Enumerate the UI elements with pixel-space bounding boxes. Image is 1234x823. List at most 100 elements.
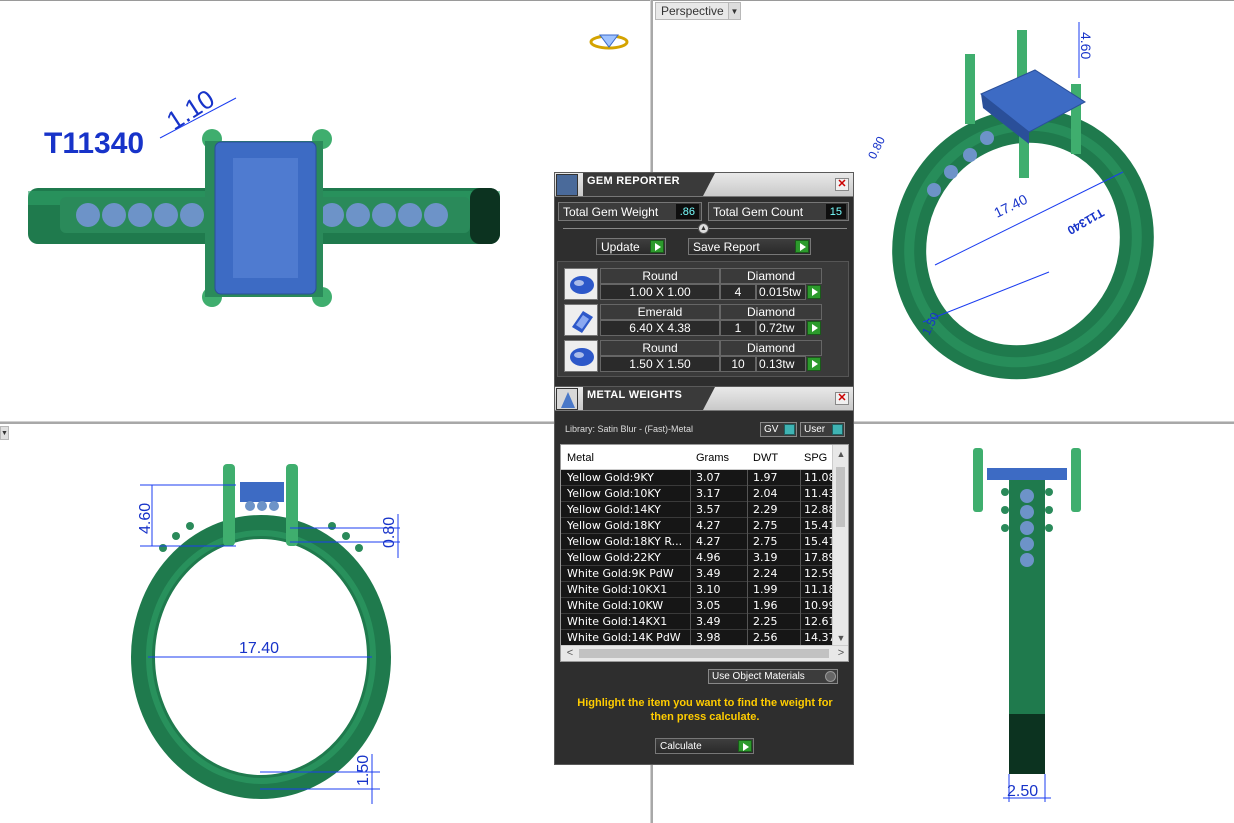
column-separator [800,598,801,614]
metal-cell: Yellow Gold:22KY [567,551,661,564]
gem-reporter-titlebar[interactable]: GEM REPORTER ✕ [555,173,853,197]
column-separator [747,470,748,486]
dwt-cell: 2.29 [753,503,778,516]
gem-row[interactable]: Round Diamond 1.50 X 1.50 10 0.13tw [558,338,848,374]
iso-width-dim: 17.40 [991,191,1030,221]
play-icon [738,740,752,752]
table-row[interactable]: Yellow Gold:14KY 3.57 2.29 12.88 [561,502,833,518]
column-separator [690,550,691,566]
column-separator [690,598,691,614]
column-separator [747,502,748,518]
front-view-viewport[interactable]: 17.40 4.60 0.80 1.50 [0,424,650,823]
table-row[interactable]: Yellow Gold:22KY 4.96 3.19 17.89 [561,550,833,566]
gem-size: 6.40 X 4.38 [600,320,720,336]
play-icon[interactable] [807,285,821,299]
collapse-toggle-icon[interactable]: ▲ [698,223,709,234]
gem-reporter-title: GEM REPORTER [583,173,703,196]
play-icon[interactable] [807,321,821,335]
col-grams[interactable]: Grams [696,452,729,464]
toggle-indicator [832,424,843,435]
gem-material: Diamond [720,268,822,284]
close-icon[interactable]: ✕ [835,178,849,191]
scroll-up-icon[interactable]: ▲ [833,447,848,461]
gv-toggle[interactable]: GV [760,422,797,437]
metal-weights-title: METAL WEIGHTS [583,387,703,410]
col-metal[interactable]: Metal [567,452,594,464]
table-row[interactable]: Yellow Gold:9KY 3.07 1.97 11.08 [561,470,833,486]
front-diameter-dim: 17.40 [239,640,279,657]
scroll-thumb[interactable] [836,467,845,527]
scroll-thumb[interactable] [579,649,829,658]
front-height-dim: 4.60 [137,503,154,534]
close-icon[interactable]: ✕ [835,392,849,405]
column-separator [747,582,748,598]
col-dwt[interactable]: DWT [753,452,778,464]
column-separator [690,502,691,518]
table-row[interactable]: White Gold:9K PdW 3.49 2.24 12.59 [561,566,833,582]
user-toggle[interactable]: User [800,422,845,437]
play-icon[interactable] [807,357,821,371]
gem-row[interactable]: Emerald Diamond 6.40 X 4.38 1 0.72tw [558,302,848,338]
dwt-cell: 2.75 [753,535,778,548]
front-band-dim: 0.80 [381,517,398,548]
vertical-scrollbar[interactable]: ▲ ▼ [832,445,848,647]
table-row[interactable]: Yellow Gold:18KY 4.27 2.75 15.41 [561,518,833,534]
table-row[interactable]: White Gold:14K PdW 3.98 2.56 14.37 [561,630,833,646]
horizontal-scrollbar[interactable]: < > [561,645,848,661]
grams-cell: 3.57 [696,503,721,516]
side-view-viewport[interactable]: 2.50 [853,424,1234,823]
ring-diamond-logo-icon [589,34,629,50]
spg-cell: 10.99 [804,599,833,612]
scroll-left-icon[interactable]: < [563,646,577,661]
gem-size: 1.50 X 1.50 [600,356,720,372]
grams-cell: 3.07 [696,471,721,484]
table-row[interactable]: Yellow Gold:10KY 3.17 2.04 11.43 [561,486,833,502]
metal-cell: Yellow Gold:10KY [567,487,661,500]
metal-cell: White Gold:10KW [567,599,664,612]
perspective-dropdown[interactable]: Perspective ▼ [655,2,741,20]
model-label: T11340 [44,127,144,160]
table-row[interactable]: Yellow Gold:18KY R... 4.27 2.75 15.41 [561,534,833,550]
scroll-right-icon[interactable]: > [834,646,848,661]
table-row[interactable]: White Gold:10KW 3.05 1.96 10.99 [561,598,833,614]
gem-material: Diamond [720,340,822,356]
gem-list: Round Diamond 1.00 X 1.00 4 0.015tw Emer… [557,261,849,377]
total-gem-weight-label: Total Gem Weight [563,204,659,219]
column-separator [690,630,691,646]
gem-weight: 0.13tw [756,356,806,372]
save-report-button[interactable]: Save Report [688,238,811,255]
iso-height-dim: 4.60 [1078,32,1094,59]
total-gem-weight-value: .86 [675,204,699,219]
calculate-button[interactable]: Calculate [655,738,754,754]
column-separator [800,630,801,646]
scroll-down-icon[interactable]: ▼ [833,631,848,645]
prong-dimension: 1.10 [161,83,220,136]
update-button[interactable]: Update [596,238,666,255]
total-gem-count-label: Total Gem Count [713,204,804,219]
total-gem-count-field: Total Gem Count 15 [708,202,849,221]
gem-count: 1 [720,320,756,336]
gem-row[interactable]: Round Diamond 1.00 X 1.00 4 0.015tw [558,266,848,302]
metal-table-header: Metal Grams DWT SPG [561,445,833,470]
top-view-viewport[interactable]: T11340 1.10 [0,1,650,421]
gem-shape: Round [600,340,720,356]
grams-cell: 4.27 [696,535,721,548]
column-separator [747,534,748,550]
column-separator [800,614,801,630]
metal-table-body: Yellow Gold:9KY 3.07 1.97 11.08 Yellow Gold:… [561,470,833,646]
gem-count: 4 [720,284,756,300]
toggle-indicator [784,424,795,435]
col-spg[interactable]: SPG [804,452,827,464]
metal-weights-titlebar[interactable]: METAL WEIGHTS ✕ [555,387,853,411]
dwt-cell: 2.24 [753,567,778,580]
dwt-cell: 2.75 [753,519,778,532]
grams-cell: 3.49 [696,567,721,580]
metal-cell: Yellow Gold:18KY [567,519,661,532]
table-row[interactable]: White Gold:14KX1 3.49 2.25 12.61 [561,614,833,630]
table-row[interactable]: White Gold:10KX1 3.10 1.99 11.18 [561,582,833,598]
gem-material: Diamond [720,304,822,320]
chevron-down-icon[interactable]: ▼ [728,3,740,19]
use-object-materials-toggle[interactable]: Use Object Materials [708,669,838,684]
gem-reporter-icon [556,174,578,196]
column-separator [800,518,801,534]
